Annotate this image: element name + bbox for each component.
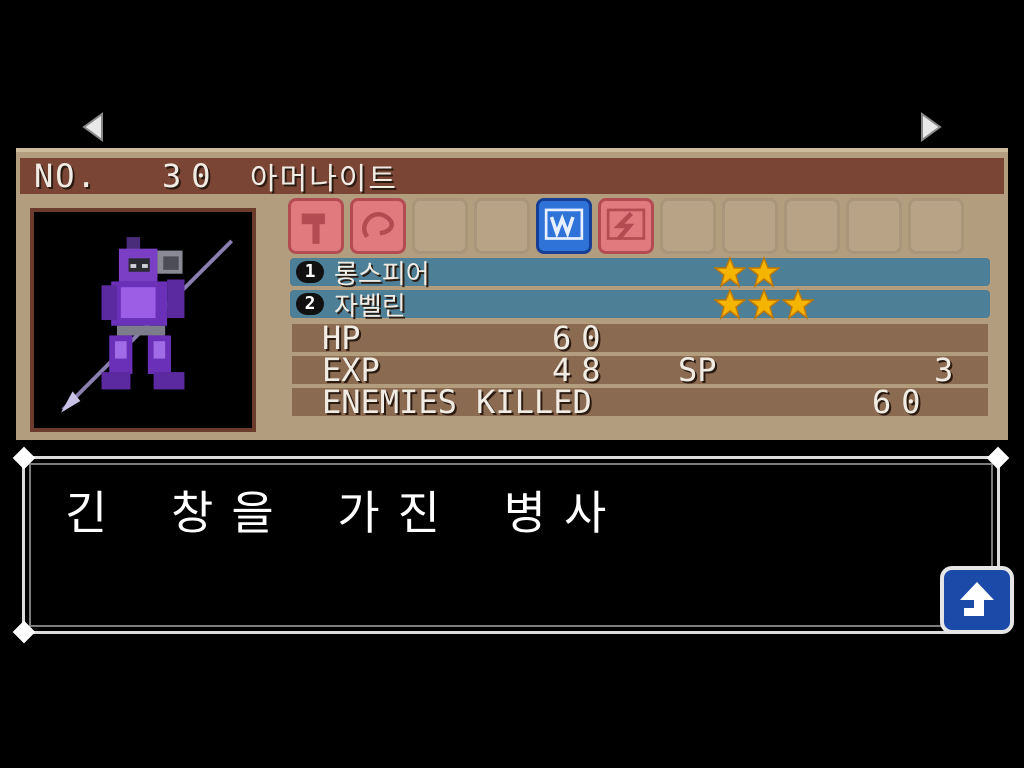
star-icon <box>714 256 746 288</box>
weapon-rarity-stars <box>714 288 814 320</box>
water-icon <box>536 198 592 254</box>
weapon-row-2: 2 자벨린 <box>290 288 990 322</box>
enemy-description: 긴 창을 가진 병사 <box>65 486 625 540</box>
frame-corner-ornament <box>986 446 1010 470</box>
enemy-title-bar: NO. 30 아머나이트 <box>20 157 1004 197</box>
weapon-row-1: 1 롱스피어 <box>290 256 990 290</box>
weapon-rarity-stars <box>714 256 780 288</box>
enemy-info-panel: NO. 30 아머나이트 1 롱스피어 2 자벨린 HP 60 EXP 48 S… <box>16 148 1008 440</box>
frame-corner-ornament <box>12 446 36 470</box>
next-enemy-arrow-icon[interactable] <box>920 112 942 142</box>
previous-enemy-arrow-icon[interactable] <box>82 112 104 142</box>
enemy-number: 30 <box>162 157 221 195</box>
empty-resistance-slot <box>908 198 964 254</box>
exp-stat-row: EXP 48 SP 3 <box>292 351 988 389</box>
star-icon <box>714 288 746 320</box>
number-label: NO. <box>34 157 98 195</box>
lightning-icon <box>598 198 654 254</box>
empty-resistance-slot <box>846 198 902 254</box>
weapon-name: 자벨린 <box>334 291 406 322</box>
up-arrow-icon <box>960 582 994 616</box>
armor-knight-sprite-icon <box>61 237 234 413</box>
sp-value: 3 <box>934 351 964 389</box>
hammer-icon <box>288 198 344 254</box>
whip-icon <box>350 198 406 254</box>
weapon-number-badge: 1 <box>296 261 324 283</box>
weapon-number-badge: 2 <box>296 293 324 315</box>
empty-resistance-slot <box>474 198 530 254</box>
empty-resistance-slot <box>784 198 840 254</box>
empty-resistance-slot <box>660 198 716 254</box>
star-icon <box>782 288 814 320</box>
hp-stat-row: HP 60 <box>292 319 988 357</box>
enemies-killed-value: 60 <box>872 383 931 421</box>
enemies-killed-label: ENEMIES KILLED <box>322 383 592 421</box>
empty-resistance-slot <box>412 198 468 254</box>
star-icon <box>748 256 780 288</box>
enemies-killed-stat-row: ENEMIES KILLED 60 <box>292 383 988 421</box>
frame-corner-ornament <box>12 620 36 644</box>
empty-resistance-slot <box>722 198 778 254</box>
scroll-up-button[interactable] <box>940 566 1014 634</box>
star-icon <box>748 288 780 320</box>
enemy-portrait <box>30 208 256 432</box>
description-box: 긴 창을 가진 병사 <box>12 446 1010 644</box>
enemy-name: 아머나이트 <box>250 162 398 197</box>
resistance-icons-row <box>288 198 964 254</box>
